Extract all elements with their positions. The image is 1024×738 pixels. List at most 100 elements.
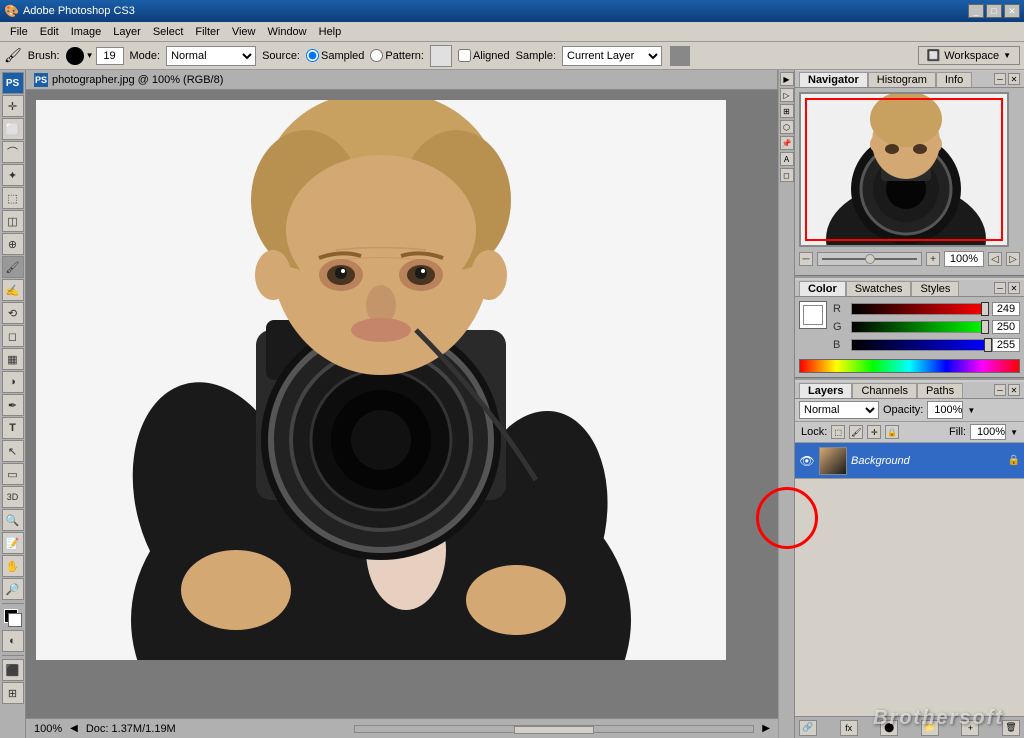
layer-row[interactable]: 👁 Background 🔒 [795, 443, 1024, 479]
scrollbar-thumb[interactable] [514, 726, 594, 734]
layer-visibility-toggle[interactable]: 👁 [799, 453, 815, 469]
aligned-checkbox[interactable]: Aligned [458, 49, 510, 62]
hand-tool[interactable]: ✋ [2, 555, 24, 577]
lock-all-btn[interactable]: 🔒 [885, 425, 899, 439]
brush-tool[interactable]: 🖌 [2, 256, 24, 278]
layers-minimize[interactable]: ─ [994, 384, 1006, 396]
annotation-btn[interactable]: 📌 [780, 136, 794, 150]
lock-transparent-btn[interactable]: ⬚ [831, 425, 845, 439]
gradient-tool[interactable]: ▦ [2, 348, 24, 370]
crop-tool[interactable]: ⬚ [2, 187, 24, 209]
zoom-out-btn[interactable]: ─ [799, 252, 813, 266]
lasso-tool[interactable]: ⌒ [2, 141, 24, 163]
g-value-input[interactable]: 250 [992, 320, 1020, 334]
canvas[interactable] [36, 100, 726, 660]
screen-mode-tool[interactable]: ⬛ [2, 659, 24, 681]
opacity-arrow[interactable]: ▼ [967, 406, 975, 415]
path-selection-tool[interactable]: ↖ [2, 440, 24, 462]
tab-layers[interactable]: Layers [799, 383, 852, 398]
menu-edit[interactable]: Edit [34, 25, 65, 39]
fill-input[interactable] [970, 424, 1006, 440]
3d-tool[interactable]: 3D [2, 486, 24, 508]
clone-source-btn[interactable] [670, 46, 690, 66]
navigator-minimize[interactable]: ─ [994, 73, 1006, 85]
sample-select[interactable]: Current Layer [562, 46, 662, 66]
b-channel-bar[interactable] [851, 339, 988, 351]
dodge-tool[interactable]: ◑ [2, 371, 24, 393]
navigator-close[interactable]: ✕ [1008, 73, 1020, 85]
layers-close[interactable]: ✕ [1008, 384, 1020, 396]
history-tool[interactable]: ⟲ [2, 302, 24, 324]
full-screen-tool[interactable]: ⊞ [2, 682, 24, 704]
color-minimize[interactable]: ─ [994, 282, 1006, 294]
tab-styles[interactable]: Styles [911, 281, 959, 296]
layer-style-btn[interactable]: fx [840, 720, 858, 736]
opacity-input[interactable] [927, 401, 963, 419]
menu-image[interactable]: Image [65, 25, 108, 39]
r-channel-bar[interactable] [851, 303, 988, 315]
workspace-button[interactable]: 🔲 Workspace ▼ [918, 46, 1020, 65]
tab-swatches[interactable]: Swatches [846, 281, 912, 296]
tab-paths[interactable]: Paths [917, 383, 963, 398]
tab-color[interactable]: Color [799, 281, 846, 296]
new-group-btn[interactable]: 📁 [921, 720, 939, 736]
layer-mode-select[interactable]: Normal [799, 401, 879, 419]
shapes-btn[interactable]: ◻ [780, 168, 794, 182]
close-button[interactable]: ✕ [1004, 4, 1020, 18]
menu-filter[interactable]: Filter [189, 25, 225, 39]
transform-btn[interactable]: ⊞ [780, 104, 794, 118]
foreground-color-swatch[interactable] [799, 301, 827, 329]
brush-size-input[interactable]: 19 [96, 47, 124, 65]
tab-navigator[interactable]: Navigator [799, 72, 868, 87]
menu-file[interactable]: File [4, 25, 34, 39]
sampled-radio[interactable]: Sampled [306, 49, 364, 62]
mode-select[interactable]: Normal [166, 46, 256, 66]
maximize-button[interactable]: □ [986, 4, 1002, 18]
type-tool[interactable]: T [2, 417, 24, 439]
pen-tool[interactable]: ✒ [2, 394, 24, 416]
slice-tool[interactable]: ◫ [2, 210, 24, 232]
brush-dropdown-arrow[interactable]: ▼ [86, 51, 94, 60]
delete-layer-btn[interactable]: 🗑 [1002, 720, 1020, 736]
clone-stamp-tool[interactable]: ✍ [2, 279, 24, 301]
fill-arrow[interactable]: ▼ [1010, 428, 1018, 437]
color-picker[interactable] [2, 607, 24, 629]
new-layer-btn[interactable]: + [961, 720, 979, 736]
g-channel-bar[interactable] [851, 321, 988, 333]
zoom-in-btn[interactable]: + [926, 252, 940, 266]
menu-layer[interactable]: Layer [107, 25, 147, 39]
play-btn[interactable]: ▷ [780, 88, 794, 102]
canvas-wrapper[interactable] [26, 90, 778, 718]
zoom-fit-btn[interactable]: ◁ [988, 252, 1002, 266]
color-close[interactable]: ✕ [1008, 282, 1020, 294]
zoom-value-input[interactable] [944, 251, 984, 267]
move-tool[interactable]: ✛ [2, 95, 24, 117]
color-spectrum[interactable] [799, 359, 1020, 373]
zoom-full-btn[interactable]: ▷ [1006, 252, 1020, 266]
eyedropper-tool[interactable]: 🔍 [2, 509, 24, 531]
menu-help[interactable]: Help [313, 25, 348, 39]
lock-move-btn[interactable]: ✛ [867, 425, 881, 439]
tab-info[interactable]: Info [936, 72, 972, 87]
menu-view[interactable]: View [226, 25, 262, 39]
healing-tool[interactable]: ⊕ [2, 233, 24, 255]
menu-select[interactable]: Select [147, 25, 190, 39]
r-value-input[interactable]: 249 [992, 302, 1020, 316]
b-value-input[interactable]: 255 [992, 338, 1020, 352]
marquee-tool[interactable]: ⬜ [2, 118, 24, 140]
text-btn[interactable]: A [780, 152, 794, 166]
magic-wand-tool[interactable]: ✦ [2, 164, 24, 186]
eraser-tool[interactable]: ◻ [2, 325, 24, 347]
lock-brush-btn[interactable]: 🖌 [849, 425, 863, 439]
zoom-slider[interactable] [817, 252, 922, 266]
link-layers-btn[interactable]: 🔗 [799, 720, 817, 736]
zoom-tool[interactable]: 🔎 [2, 578, 24, 600]
menu-window[interactable]: Window [262, 25, 313, 39]
quick-mask-tool[interactable]: ◐ [2, 630, 24, 652]
horizontal-scrollbar[interactable] [354, 725, 754, 733]
pattern-radio[interactable]: Pattern: [370, 49, 424, 62]
tab-channels[interactable]: Channels [852, 383, 916, 398]
status-nav-left[interactable]: ◀ [70, 723, 78, 734]
panel-toggle-btn[interactable]: ▶ [780, 72, 794, 86]
tab-histogram[interactable]: Histogram [868, 72, 936, 87]
